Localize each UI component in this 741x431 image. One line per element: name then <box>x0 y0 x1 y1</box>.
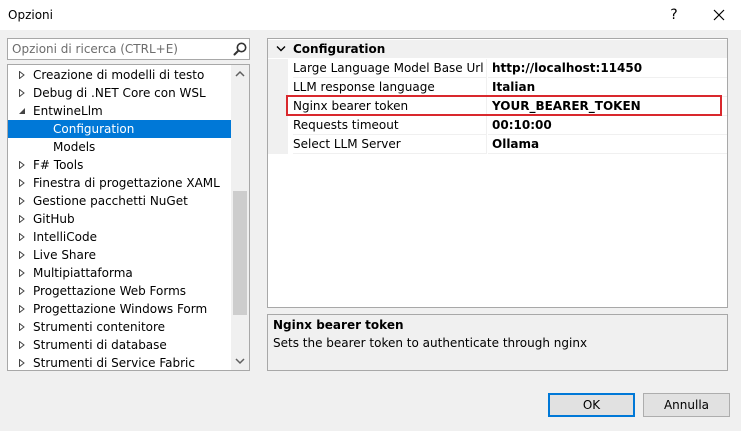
expand-triangle-icon[interactable] <box>18 269 26 277</box>
property-value[interactable]: Ollama <box>488 135 727 154</box>
description-panel: Nginx bearer token Sets the bearer token… <box>267 314 728 371</box>
collapse-triangle-icon[interactable] <box>18 107 26 115</box>
tree-item[interactable]: EntwineLlm <box>8 102 231 120</box>
tree-item[interactable]: Finestra di progettazione XAML <box>8 174 231 192</box>
expand-triangle-icon[interactable] <box>18 161 26 169</box>
tree-item[interactable]: Debug di .NET Core con WSL <box>8 84 231 102</box>
property-value[interactable]: http://localhost:11450 <box>488 59 727 78</box>
search-icon[interactable] <box>232 41 248 57</box>
expand-triangle-icon[interactable] <box>18 359 26 367</box>
tree-item-label: Progettazione Web Forms <box>33 284 187 298</box>
tree-items: Creazione di modelli di testo Debug di .N… <box>8 66 231 370</box>
expand-triangle-icon[interactable] <box>18 305 26 313</box>
help-icon: ? <box>670 7 678 23</box>
chevron-down-icon <box>235 358 245 365</box>
description-title: Nginx bearer token <box>273 318 404 332</box>
tree-item[interactable]: Gestione pacchetti NuGet <box>8 192 231 210</box>
property-value[interactable]: 00:10:00 <box>488 116 727 135</box>
property-row[interactable]: Large Language Model Base Url http://loca… <box>268 59 727 78</box>
tree-item-label: Live Share <box>33 248 96 262</box>
property-row[interactable]: Requests timeout 00:10:00 <box>268 116 727 135</box>
cancel-button[interactable]: Annulla <box>643 393 730 417</box>
tree-item[interactable]: F# Tools <box>8 156 231 174</box>
tree-item[interactable]: Progettazione Web Forms <box>8 282 231 300</box>
expand-triangle-icon[interactable] <box>18 89 26 97</box>
expand-triangle-icon[interactable] <box>18 233 26 241</box>
window-title: Opzioni <box>8 8 53 22</box>
row-gutter <box>268 116 288 135</box>
tree-item-label: Strumenti di Service Fabric <box>33 356 195 370</box>
tree-item-label: EntwineLlm <box>33 104 103 118</box>
tree-item-label: Debug di .NET Core con WSL <box>33 86 206 100</box>
expand-triangle-icon[interactable] <box>18 287 26 295</box>
expand-triangle-icon[interactable] <box>18 215 26 223</box>
property-category[interactable]: Configuration <box>268 40 727 58</box>
property-name: Select LLM Server <box>293 135 487 154</box>
expand-triangle-icon[interactable] <box>18 251 26 259</box>
expand-triangle-icon[interactable] <box>18 71 26 79</box>
expand-triangle-icon[interactable] <box>18 341 26 349</box>
scroll-thumb[interactable] <box>233 191 247 315</box>
collapse-chevron-icon[interactable] <box>276 45 286 53</box>
expand-triangle-icon[interactable] <box>18 179 26 187</box>
description-text: Sets the bearer token to authenticate th… <box>273 336 588 350</box>
tree-item-label: IntelliCode <box>33 230 97 244</box>
title-bar: Opzioni ? <box>0 0 741 30</box>
property-name: Requests timeout <box>293 116 487 135</box>
row-gutter <box>268 78 288 97</box>
tree-item[interactable]: Multipiattaforma <box>8 264 231 282</box>
tree-item[interactable]: GitHub <box>8 210 231 228</box>
scroll-up-button[interactable] <box>231 65 249 83</box>
row-gutter <box>268 97 288 116</box>
tree-item-label: Models <box>53 140 96 154</box>
tree-item[interactable]: Configuration <box>8 120 231 138</box>
tree-item[interactable]: Models <box>8 138 231 156</box>
tree-item-label: Strumenti di database <box>33 338 167 352</box>
tree-item[interactable]: Strumenti contenitore <box>8 318 231 336</box>
ok-button[interactable]: OK <box>548 393 635 417</box>
tree-item-label: Configuration <box>53 122 135 136</box>
tree-item-label: Finestra di progettazione XAML <box>33 176 220 190</box>
tree-item-label: GitHub <box>33 212 75 226</box>
search-box[interactable] <box>7 38 250 60</box>
tree-item[interactable]: IntelliCode <box>8 228 231 246</box>
help-button[interactable]: ? <box>662 4 686 26</box>
tree-scrollbar[interactable] <box>231 65 249 370</box>
chevron-up-icon <box>235 70 245 77</box>
close-icon <box>713 9 725 21</box>
tree-item-label: Progettazione Windows Form <box>33 302 208 316</box>
scroll-down-button[interactable] <box>231 352 249 370</box>
close-button[interactable] <box>707 4 731 26</box>
highlight-box <box>286 95 722 116</box>
property-name: Large Language Model Base Url <box>293 59 487 78</box>
tree-item-label: F# Tools <box>33 158 84 172</box>
tree-item[interactable]: Strumenti di Service Fabric <box>8 354 231 370</box>
property-grid[interactable]: Configuration Large Language Model Base … <box>267 38 728 308</box>
tree-item-label: Multipiattaforma <box>33 266 133 280</box>
tree-item[interactable]: Progettazione Windows Form <box>8 300 231 318</box>
category-label: Configuration <box>293 42 386 56</box>
tree-item-label: Creazione di modelli di testo <box>33 68 205 82</box>
tree-item[interactable]: Strumenti di database <box>8 336 231 354</box>
tree-item[interactable]: Live Share <box>8 246 231 264</box>
tree-item-label: Gestione pacchetti NuGet <box>33 194 188 208</box>
row-gutter <box>268 59 288 78</box>
expand-triangle-icon[interactable] <box>18 323 26 331</box>
tree-item-label: Strumenti contenitore <box>33 320 166 334</box>
row-gutter <box>268 135 288 154</box>
expand-triangle-icon[interactable] <box>18 197 26 205</box>
property-row[interactable]: Select LLM Server Ollama <box>268 135 727 154</box>
options-tree[interactable]: Creazione di modelli di testo Debug di .N… <box>7 64 250 371</box>
tree-item[interactable]: Creazione di modelli di testo <box>8 66 231 84</box>
search-input[interactable] <box>12 41 222 57</box>
